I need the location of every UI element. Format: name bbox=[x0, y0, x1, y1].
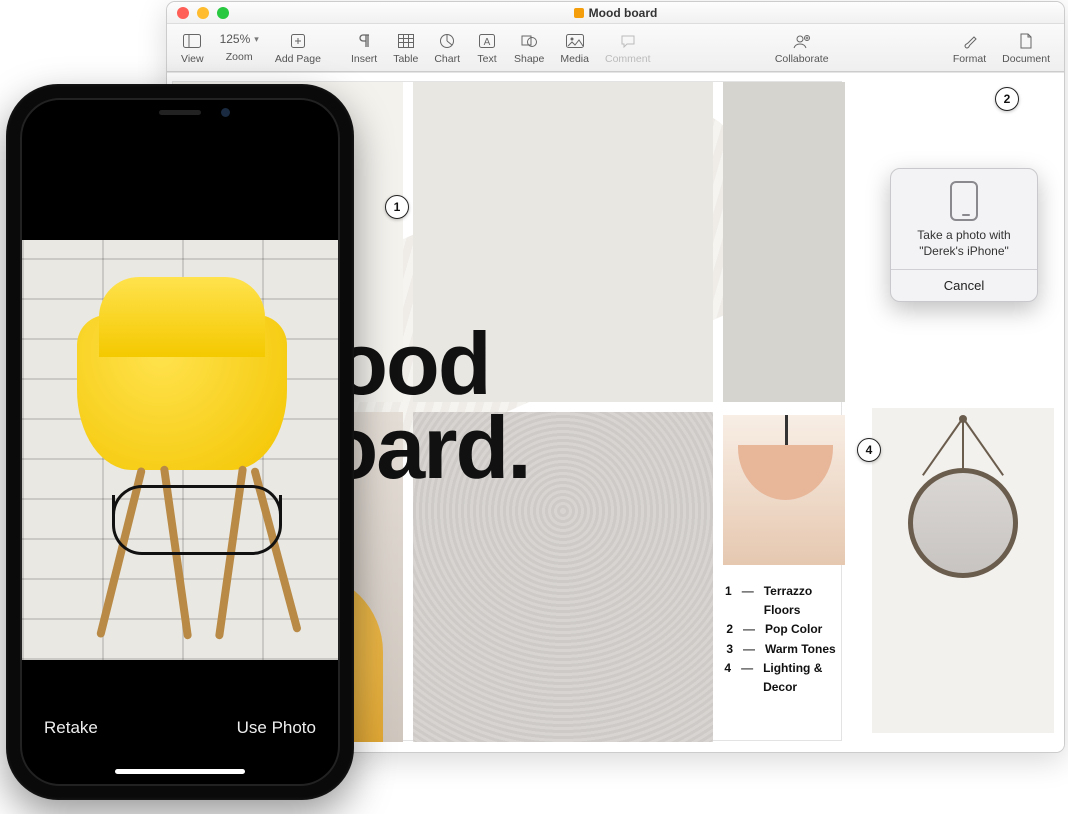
legend-row: 4—Lighting & Decor bbox=[723, 659, 841, 697]
document-button[interactable]: Document bbox=[994, 30, 1058, 65]
legend-row: 3—Warm Tones bbox=[723, 640, 841, 659]
insert-label: Insert bbox=[351, 53, 377, 65]
chart-button[interactable]: Chart bbox=[426, 30, 468, 65]
media-button[interactable]: Media bbox=[552, 30, 597, 65]
add-page-icon bbox=[287, 30, 309, 52]
document-icon bbox=[574, 8, 584, 18]
text-label: Text bbox=[477, 53, 496, 65]
add-page-button[interactable]: Add Page bbox=[267, 30, 329, 65]
chair-wire2 bbox=[112, 485, 282, 525]
tile-mirror bbox=[872, 408, 1054, 733]
marker-4[interactable]: 4 bbox=[857, 438, 881, 462]
document-label: Document bbox=[1002, 53, 1050, 65]
media-label: Media bbox=[560, 53, 589, 65]
yellow-chair-graphic bbox=[77, 315, 287, 470]
popover-cancel-button[interactable]: Cancel bbox=[891, 269, 1037, 301]
mirror-graphic bbox=[908, 468, 1018, 578]
front-camera bbox=[221, 108, 230, 117]
marker-2[interactable]: 2 bbox=[995, 87, 1019, 111]
chevron-down-icon: ▾ bbox=[254, 34, 259, 45]
add-page-label: Add Page bbox=[275, 53, 321, 65]
home-indicator[interactable] bbox=[115, 769, 245, 774]
mirror-strap bbox=[962, 418, 964, 473]
media-icon bbox=[564, 30, 586, 52]
text-button[interactable]: A Text bbox=[468, 30, 506, 65]
document-icon bbox=[1015, 30, 1037, 52]
insert-button[interactable]: Insert bbox=[343, 30, 385, 65]
paintbrush-icon bbox=[959, 30, 981, 52]
tile-lamp bbox=[723, 415, 845, 565]
speaker bbox=[159, 110, 201, 115]
iphone-screen: Retake Use Photo bbox=[20, 98, 340, 786]
sidebar-icon bbox=[181, 30, 203, 52]
window-title-text: Mood board bbox=[589, 6, 658, 20]
chart-label: Chart bbox=[434, 53, 460, 65]
zoom-label: Zoom bbox=[226, 51, 253, 63]
window-title: Mood board bbox=[167, 6, 1064, 20]
view-button[interactable]: View bbox=[173, 30, 212, 65]
camera-actions: Retake Use Photo bbox=[22, 718, 338, 738]
collaborate-label: Collaborate bbox=[775, 53, 829, 65]
popover-text: Take a photo with "Derek's iPhone" bbox=[891, 227, 1037, 269]
legend-row: 2—Pop Color bbox=[723, 620, 841, 639]
title-bar: Mood board bbox=[167, 2, 1064, 24]
comment-icon bbox=[617, 30, 639, 52]
retake-button[interactable]: Retake bbox=[44, 718, 98, 738]
mirror-nail bbox=[959, 415, 967, 423]
collaborate-icon bbox=[791, 30, 813, 52]
table-label: Table bbox=[393, 53, 418, 65]
use-photo-button[interactable]: Use Photo bbox=[237, 718, 316, 738]
legend-row: 1—Terrazzo Floors bbox=[723, 582, 841, 620]
comment-button[interactable]: Comment bbox=[597, 30, 659, 65]
view-label: View bbox=[181, 53, 204, 65]
zoom-dropdown[interactable]: 125% ▾ Zoom bbox=[212, 32, 267, 63]
legend: 1—Terrazzo Floors 2—Pop Color 3—Warm Ton… bbox=[723, 582, 841, 697]
table-button[interactable]: Table bbox=[385, 30, 426, 65]
zoom-value: 125% bbox=[220, 32, 251, 46]
collaborate-button[interactable]: Collaborate bbox=[767, 30, 837, 65]
iphone-device: Retake Use Photo bbox=[6, 84, 354, 800]
continuity-camera-popover: Take a photo with "Derek's iPhone" Cance… bbox=[890, 168, 1038, 302]
svg-text:A: A bbox=[484, 37, 491, 48]
camera-photo-preview bbox=[22, 240, 338, 660]
phone-outline-icon bbox=[950, 181, 978, 221]
shape-label: Shape bbox=[514, 53, 544, 65]
tile-concrete bbox=[723, 82, 845, 402]
marker-1[interactable]: 1 bbox=[385, 195, 409, 219]
shape-button[interactable]: Shape bbox=[506, 30, 552, 65]
pilcrow-icon bbox=[353, 30, 375, 52]
pendant-lamp-graphic bbox=[738, 445, 833, 500]
text-icon: A bbox=[476, 30, 498, 52]
iphone-notch bbox=[100, 100, 260, 128]
shape-icon bbox=[518, 30, 540, 52]
format-label: Format bbox=[953, 53, 986, 65]
chart-icon bbox=[436, 30, 458, 52]
comment-label: Comment bbox=[605, 53, 651, 65]
table-icon bbox=[395, 30, 417, 52]
toolbar: View 125% ▾ Zoom Add Page Insert bbox=[167, 24, 1064, 72]
format-button[interactable]: Format bbox=[945, 30, 994, 65]
